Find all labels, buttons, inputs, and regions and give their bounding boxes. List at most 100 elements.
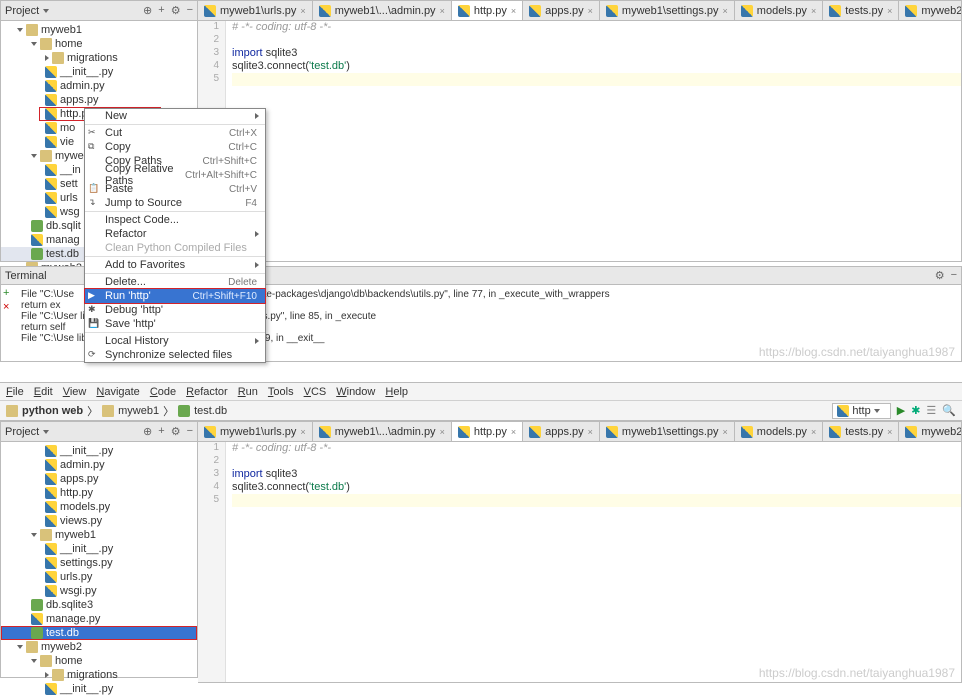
- close-icon[interactable]: ×: [811, 6, 816, 16]
- locate-icon[interactable]: ⊕: [143, 4, 152, 17]
- editor-tab[interactable]: myweb1\...\admin.py×: [313, 1, 452, 20]
- editor-tab[interactable]: tests.py×: [823, 422, 899, 441]
- menu-item[interactable]: ✱Debug 'http': [85, 303, 265, 317]
- menu-item[interactable]: ⧉CopyCtrl+C: [85, 140, 265, 154]
- editor-tab[interactable]: models.py×: [735, 1, 823, 20]
- search-icon[interactable]: 🔍: [942, 404, 956, 417]
- menu-item[interactable]: Local History: [85, 334, 265, 348]
- tree-item[interactable]: home: [1, 37, 197, 51]
- chevron-down-icon[interactable]: [43, 430, 49, 434]
- chevron-down-icon[interactable]: [31, 154, 37, 158]
- project-tool-window[interactable]: Project ⊕ + ⚙ − __init__.pyadmin.pyapps.…: [0, 421, 198, 678]
- menu-help[interactable]: Help: [385, 386, 408, 398]
- close-icon[interactable]: ×: [440, 427, 445, 437]
- tree-item[interactable]: models.py: [1, 500, 197, 514]
- chevron-down-icon[interactable]: [31, 533, 37, 537]
- minimize-icon[interactable]: −: [187, 4, 193, 17]
- tree-item[interactable]: admin.py: [1, 79, 197, 93]
- plus-icon[interactable]: +: [3, 287, 17, 299]
- close-icon[interactable]: ×: [887, 6, 892, 16]
- menu-view[interactable]: View: [63, 386, 87, 398]
- close-icon[interactable]: ×: [887, 427, 892, 437]
- close-icon[interactable]: ×: [440, 6, 445, 16]
- menu-item[interactable]: ↴Jump to SourceF4: [85, 196, 265, 210]
- tree-item[interactable]: views.py: [1, 514, 197, 528]
- debug-button[interactable]: ✱: [911, 404, 920, 417]
- chevron-down-icon[interactable]: [31, 42, 37, 46]
- breadcrumb[interactable]: myweb1: [118, 405, 159, 417]
- tree-item[interactable]: wsgi.py: [1, 584, 197, 598]
- menu-item[interactable]: ⟳Synchronize selected files: [85, 348, 265, 362]
- gear-icon[interactable]: ⚙: [171, 425, 181, 438]
- tree-item[interactable]: __init__.py: [1, 444, 197, 458]
- close-icon[interactable]: ×: [511, 6, 516, 16]
- tree-item[interactable]: urls.py: [1, 570, 197, 584]
- tree-item[interactable]: admin.py: [1, 458, 197, 472]
- menu-file[interactable]: File: [6, 386, 24, 398]
- tree-item[interactable]: db.sqlite3: [1, 598, 197, 612]
- menu-item[interactable]: ✂CutCtrl+X: [85, 126, 265, 140]
- tree-item[interactable]: apps.py: [1, 472, 197, 486]
- menu-navigate[interactable]: Navigate: [96, 386, 139, 398]
- editor-tab[interactable]: myweb1\...\admin.py×: [313, 422, 452, 441]
- breadcrumb[interactable]: python web: [22, 405, 83, 417]
- tree-item[interactable]: myweb1: [1, 528, 197, 542]
- tree-item[interactable]: __init__.py: [1, 682, 197, 696]
- breadcrumb[interactable]: test.db: [194, 405, 227, 417]
- menu-item[interactable]: Inspect Code...: [85, 213, 265, 227]
- menu-refactor[interactable]: Refactor: [186, 386, 228, 398]
- editor-tab[interactable]: http.py×: [452, 1, 523, 20]
- menu-run[interactable]: Run: [238, 386, 258, 398]
- toolbar-icon[interactable]: ☰: [926, 404, 936, 417]
- minimize-icon[interactable]: −: [187, 425, 193, 438]
- close-icon[interactable]: ×: [300, 6, 305, 16]
- tree-item[interactable]: migrations: [1, 51, 197, 65]
- menu-item[interactable]: Copy Relative PathsCtrl+Alt+Shift+C: [85, 168, 265, 182]
- editor-tab[interactable]: myweb2\settings.py×: [899, 422, 961, 441]
- editor-tab[interactable]: models.py×: [735, 422, 823, 441]
- minimize-icon[interactable]: −: [951, 269, 957, 282]
- chevron-down-icon[interactable]: [43, 9, 49, 13]
- menu-vcs[interactable]: VCS: [304, 386, 327, 398]
- menu-item[interactable]: New: [85, 109, 265, 123]
- editor-area[interactable]: −⌄ myweb1\urls.py×myweb1\...\admin.py×ht…: [198, 421, 962, 683]
- editor-tab[interactable]: myweb1\urls.py×: [198, 1, 313, 20]
- menu-item[interactable]: Add to Favorites: [85, 258, 265, 272]
- tree-item[interactable]: test.db: [1, 626, 197, 640]
- editor-area[interactable]: −⌄ myweb1\urls.py×myweb1\...\admin.py×ht…: [198, 0, 962, 262]
- editor-tab[interactable]: apps.py×: [523, 422, 600, 441]
- menu-code[interactable]: Code: [150, 386, 176, 398]
- close-icon[interactable]: ×: [588, 427, 593, 437]
- close-icon[interactable]: ×: [588, 6, 593, 16]
- menu-item[interactable]: Refactor: [85, 227, 265, 241]
- chevron-right-icon[interactable]: [45, 672, 49, 678]
- editor-tab[interactable]: myweb1\settings.py×: [600, 422, 735, 441]
- tree-item[interactable]: home: [1, 654, 197, 668]
- add-icon[interactable]: +: [158, 4, 164, 17]
- editor-tab[interactable]: http.py×: [452, 422, 523, 441]
- editor-tab[interactable]: apps.py×: [523, 1, 600, 20]
- menu-window[interactable]: Window: [336, 386, 375, 398]
- close-icon[interactable]: ×: [511, 427, 516, 437]
- tree-item[interactable]: myweb1: [1, 23, 197, 37]
- editor-tab[interactable]: myweb1\urls.py×: [198, 422, 313, 441]
- close-icon[interactable]: ×: [811, 427, 816, 437]
- tree-item[interactable]: __init__.py: [1, 542, 197, 556]
- tree-item[interactable]: manage.py: [1, 612, 197, 626]
- chevron-down-icon[interactable]: [17, 645, 23, 649]
- menu-item[interactable]: 💾Save 'http': [85, 317, 265, 331]
- editor-tab[interactable]: myweb1\settings.py×: [600, 1, 735, 20]
- menu-item[interactable]: ▶Run 'http'Ctrl+Shift+F10: [85, 289, 265, 303]
- menu-item[interactable]: Delete...Delete: [85, 275, 265, 289]
- add-icon[interactable]: +: [158, 425, 164, 438]
- menu-item[interactable]: 📋PasteCtrl+V: [85, 182, 265, 196]
- close-icon[interactable]: ×: [3, 301, 17, 313]
- tree-item[interactable]: __init__.py: [1, 65, 197, 79]
- main-menu-bar[interactable]: FileEditViewNavigateCodeRefactorRunTools…: [0, 383, 962, 401]
- gear-icon[interactable]: ⚙: [171, 4, 181, 17]
- code-editor[interactable]: # -*- coding: utf-8 -*- import sqlite3 s…: [226, 442, 961, 682]
- run-button[interactable]: ▶: [897, 404, 905, 417]
- code-editor[interactable]: # -*- coding: utf-8 -*- import sqlite3 s…: [226, 21, 961, 261]
- gear-icon[interactable]: ⚙: [935, 269, 945, 282]
- chevron-right-icon[interactable]: [45, 55, 49, 61]
